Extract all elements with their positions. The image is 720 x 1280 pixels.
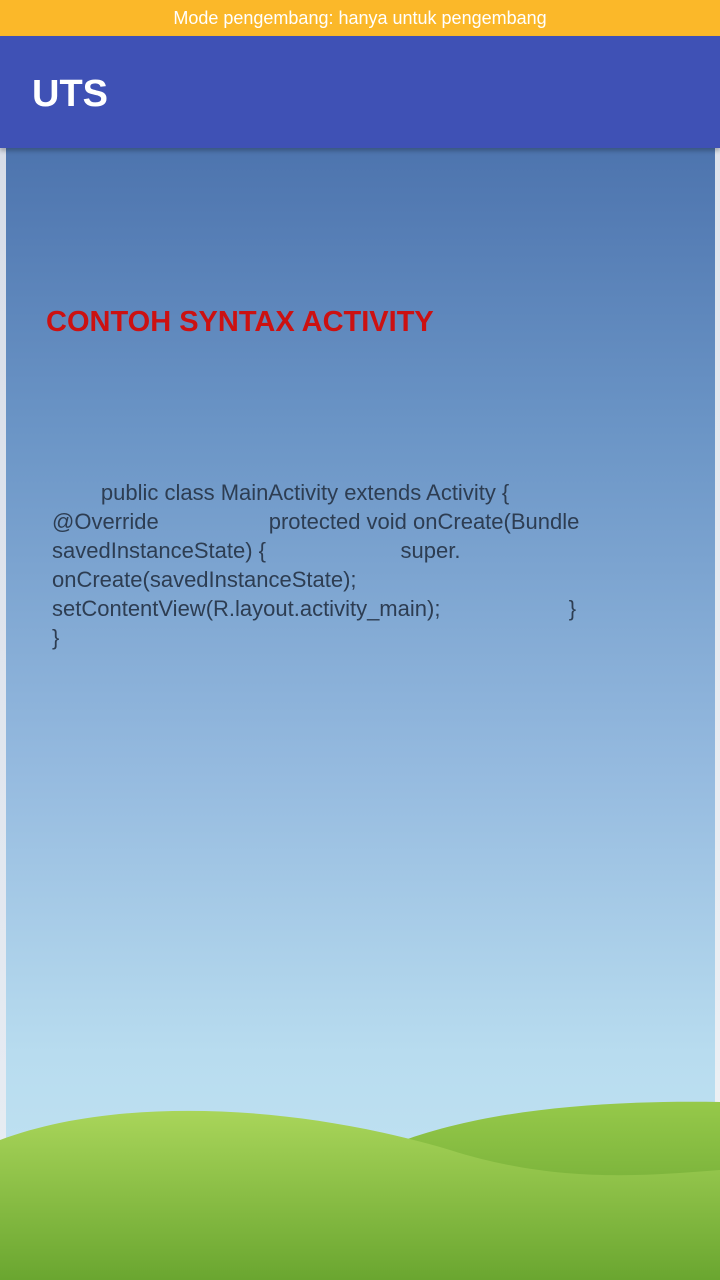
page-heading: CONTOH SYNTAX ACTIVITY [46,306,434,338]
app-bar: UTS [0,36,720,148]
code-line: public class MainActivity extends Activi… [52,480,510,505]
code-line: @Override protected void onCreate(Bundle [52,509,580,534]
app-title: UTS [32,73,108,115]
code-line: } [52,625,60,650]
developer-mode-banner: Mode pengembang: hanya untuk pengembang [0,0,720,36]
grass-hills-background [0,1101,720,1280]
code-block: public class MainActivity extends Activi… [52,478,652,652]
code-line: savedInstanceState) { super. [52,538,461,563]
code-line: setContentView(R.layout.activity_main); … [52,596,577,621]
code-line: onCreate(savedInstanceState); [52,567,357,592]
content-area: CONTOH SYNTAX ACTIVITY public class Main… [0,148,720,1280]
